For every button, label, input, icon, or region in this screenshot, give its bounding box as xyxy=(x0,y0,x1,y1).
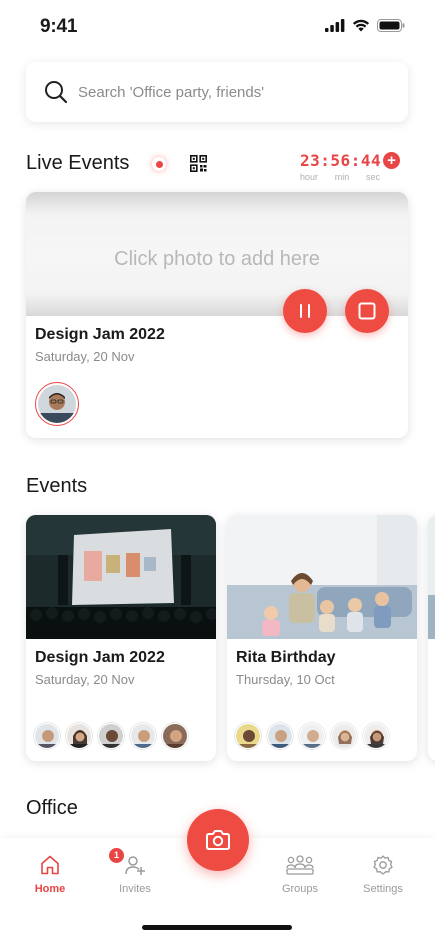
event-card-peek[interactable] xyxy=(428,515,435,761)
pause-button[interactable] xyxy=(283,289,327,333)
photo-upload-hint: Click photo to add here xyxy=(114,248,320,270)
event-card[interactable]: Rita Birthday Thursday, 10 Oct xyxy=(227,515,417,761)
timer-seconds: 44 xyxy=(360,151,382,170)
live-indicator-icon xyxy=(152,157,166,171)
timer-digits: 23:56:44 xyxy=(300,151,382,170)
invites-badge: 1 xyxy=(109,848,124,863)
avatar[interactable] xyxy=(130,723,156,749)
tab-home-label: Home xyxy=(34,883,66,895)
avatar[interactable] xyxy=(363,723,389,749)
tab-settings[interactable]: Settings xyxy=(348,854,418,895)
live-event-date: Saturday, 20 Nov xyxy=(35,349,135,364)
groups-icon xyxy=(286,855,314,875)
qr-code-icon[interactable] xyxy=(190,155,207,177)
avatar[interactable] xyxy=(66,723,92,749)
event-title: Rita Birthday xyxy=(236,649,336,666)
live-event-card[interactable]: Click photo to add here Design Jam 2022 … xyxy=(26,192,408,438)
avatar[interactable] xyxy=(35,382,79,426)
timer-hours: 23 xyxy=(300,151,321,170)
add-user-icon xyxy=(125,856,145,875)
search-input[interactable] xyxy=(78,83,378,101)
search-icon xyxy=(45,81,68,104)
status-icons xyxy=(325,19,405,32)
wifi-icon xyxy=(352,19,370,32)
tab-invites-label: Invites xyxy=(119,883,151,895)
stop-button[interactable] xyxy=(345,289,389,333)
gear-icon xyxy=(373,855,393,875)
stop-icon xyxy=(358,302,376,320)
timer-min-label: min xyxy=(334,172,350,182)
home-indicator xyxy=(142,925,292,930)
event-date: Saturday, 20 Nov xyxy=(35,672,135,687)
tab-home[interactable]: Home xyxy=(15,854,85,895)
camera-button[interactable] xyxy=(187,809,249,871)
camera-icon xyxy=(206,830,230,850)
avatar[interactable] xyxy=(34,723,60,749)
tab-groups-label: Groups xyxy=(281,883,319,895)
event-photo xyxy=(428,515,435,639)
avatar[interactable] xyxy=(98,723,124,749)
countdown-timer: 23:56:44 hour min sec xyxy=(300,151,382,182)
events-title: Events xyxy=(26,475,88,497)
clock: 9:41 xyxy=(40,16,78,37)
tab-settings-label: Settings xyxy=(363,883,403,895)
pause-icon xyxy=(300,304,310,318)
attendee-avatars xyxy=(235,723,389,749)
live-events-title: Live Events xyxy=(26,152,130,174)
event-photo xyxy=(227,515,417,639)
avatar[interactable] xyxy=(162,723,188,749)
add-time-button[interactable]: + xyxy=(383,152,400,169)
attendee-avatars xyxy=(34,723,188,749)
avatar[interactable] xyxy=(331,723,357,749)
event-date: Thursday, 10 Oct xyxy=(236,672,335,687)
timer-units: hour min sec xyxy=(300,172,380,182)
status-bar: 9:41 xyxy=(0,0,435,54)
event-card[interactable]: Design Jam 2022 Saturday, 20 Nov xyxy=(26,515,216,761)
timer-sec-label: sec xyxy=(365,172,380,182)
battery-icon xyxy=(377,19,405,32)
timer-minutes: 56 xyxy=(330,151,351,170)
tab-groups[interactable]: Groups xyxy=(265,854,335,895)
avatar[interactable] xyxy=(235,723,261,749)
event-title: Design Jam 2022 xyxy=(35,649,165,666)
avatar[interactable] xyxy=(299,723,325,749)
timer-hour-label: hour xyxy=(300,172,319,182)
signal-icon xyxy=(325,19,345,32)
event-photo xyxy=(26,515,216,639)
search-bar[interactable] xyxy=(26,62,408,122)
office-title: Office xyxy=(26,797,78,819)
home-icon xyxy=(41,855,59,875)
live-event-title: Design Jam 2022 xyxy=(35,326,165,343)
avatar[interactable] xyxy=(267,723,293,749)
